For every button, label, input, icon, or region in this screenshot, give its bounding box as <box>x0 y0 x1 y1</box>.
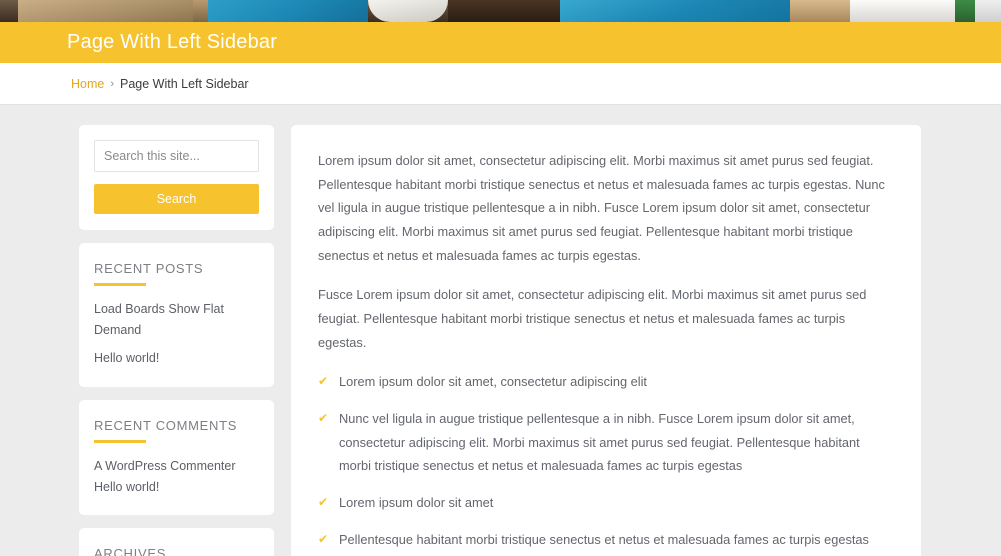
breadcrumb-bar: Home › Page With Left Sidebar <box>0 63 1001 105</box>
hero-banner-image <box>0 0 1001 22</box>
banner-person-blue-shirt-right <box>560 0 790 22</box>
content-paragraph: Fusce Lorem ipsum dolor sit amet, consec… <box>318 287 867 350</box>
page-body: Search RECENT POSTS Load Boards Show Fla… <box>0 105 1001 556</box>
recent-comments-list: A WordPress Commenter Hello world! <box>94 456 259 497</box>
banner-cardboard-box <box>193 0 208 22</box>
widget-title-recent-comments: RECENT COMMENTS <box>94 417 238 433</box>
list-item-text: Lorem ipsum dolor sit amet <box>339 495 494 511</box>
banner-person-blue-shirt-left <box>208 0 368 22</box>
comment-author-link[interactable]: A WordPress Commenter <box>94 459 235 473</box>
recent-comments-widget: RECENT COMMENTS A WordPress Commenter He… <box>79 399 274 516</box>
list-item: ✔ Pellentesque habitant morbi tristique … <box>318 528 894 552</box>
banner-dark-doorway <box>448 0 560 22</box>
archives-widget: ARCHIVES April 2019 <box>79 528 274 556</box>
list-item-text: Pellentesque habitant morbi tristique se… <box>339 531 869 547</box>
list-item-text: Lorem ipsum dolor sit amet, consectetur … <box>339 374 647 390</box>
recent-post-link[interactable]: Load Boards Show Flat Demand <box>94 302 224 337</box>
check-icon: ✔ <box>318 411 329 426</box>
check-icon: ✔ <box>318 374 329 389</box>
list-item[interactable]: Load Boards Show Flat Demand <box>94 299 259 340</box>
comment-post-link[interactable]: Hello world! <box>94 480 159 494</box>
content-paragraph: Lorem ipsum dolor sit amet, consectetur … <box>318 153 885 263</box>
breadcrumb: Home › Page With Left Sidebar <box>71 77 249 91</box>
list-item: ✔ Lorem ipsum dolor sit amet <box>318 491 894 515</box>
search-widget: Search <box>79 125 274 230</box>
breadcrumb-separator-icon: › <box>110 77 115 90</box>
banner-burlap-sack <box>18 0 193 22</box>
page-title: Page With Left Sidebar <box>67 31 278 53</box>
recent-post-link[interactable]: Hello world! <box>94 351 159 365</box>
widget-title-recent-posts: RECENT POSTS <box>94 261 204 276</box>
breadcrumb-link-home[interactable]: Home <box>71 77 104 91</box>
check-icon: ✔ <box>318 531 329 546</box>
page-title-bar: Page With Left Sidebar <box>0 22 1001 63</box>
banner-white-object <box>368 0 448 22</box>
recent-posts-widget: RECENT POSTS Load Boards Show Flat Deman… <box>79 243 274 387</box>
check-icon: ✔ <box>318 495 329 510</box>
list-item[interactable]: Hello world! <box>94 348 259 369</box>
list-item[interactable]: A WordPress Commenter Hello world! <box>94 456 259 497</box>
widget-title-archives: ARCHIVES <box>94 546 167 556</box>
recent-posts-list: Load Boards Show Flat Demand Hello world… <box>94 299 259 369</box>
banner-right-edge <box>975 0 1001 22</box>
main-content-card: Lorem ipsum dolor sit amet, consectetur … <box>291 125 921 556</box>
widget-title-underline <box>94 439 146 443</box>
left-sidebar: Search RECENT POSTS Load Boards Show Fla… <box>79 125 274 556</box>
banner-foliage <box>955 0 975 22</box>
widget-title-underline <box>94 283 146 286</box>
search-button[interactable]: Search <box>94 184 259 214</box>
list-item: ✔ Nunc vel ligula in augue tristique pel… <box>318 407 894 478</box>
banner-white-van <box>850 0 955 22</box>
checkmark-list: ✔ Lorem ipsum dolor sit amet, consectetu… <box>318 370 894 551</box>
banner-wooden-board <box>790 0 850 22</box>
list-item: ✔ Lorem ipsum dolor sit amet, consectetu… <box>318 370 894 394</box>
search-input[interactable] <box>94 140 259 172</box>
breadcrumb-current-page: Page With Left Sidebar <box>120 76 249 91</box>
list-item-text: Nunc vel ligula in augue tristique pelle… <box>339 411 860 474</box>
